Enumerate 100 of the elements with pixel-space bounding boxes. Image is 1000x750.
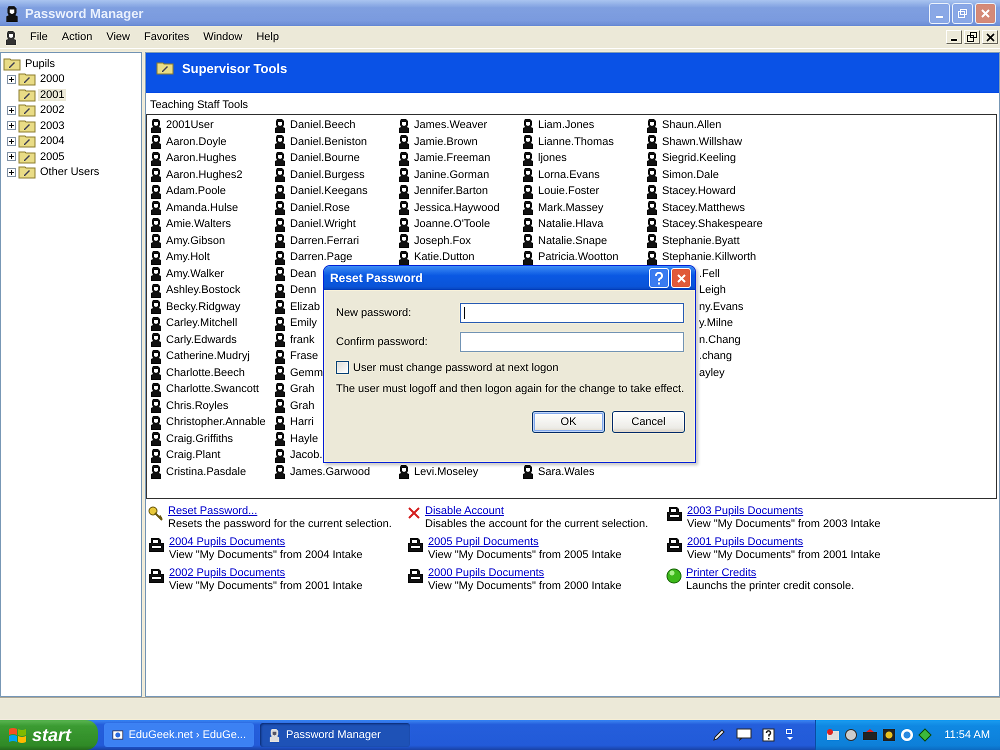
user-name[interactable]: n.Chang bbox=[699, 334, 741, 346]
expand-icon[interactable] bbox=[7, 121, 16, 130]
user-name[interactable]: Janine.Gorman bbox=[414, 168, 490, 181]
user-name[interactable]: Hayle bbox=[290, 432, 318, 445]
tree-item[interactable]: 2001 bbox=[38, 88, 66, 101]
user-name[interactable]: Shaun.Allen bbox=[662, 119, 722, 132]
taskbar-button[interactable]: EduGeek.net › EduGe... bbox=[104, 723, 254, 747]
user-name[interactable]: Natalie.Hlava bbox=[538, 218, 604, 230]
menu-item[interactable]: Window bbox=[196, 29, 250, 45]
chat-icon[interactable] bbox=[736, 728, 752, 742]
restore-button[interactable] bbox=[964, 30, 980, 44]
menu-item[interactable]: File bbox=[23, 29, 55, 45]
user-name[interactable]: Ashley.Bostock bbox=[166, 284, 240, 296]
user-name[interactable]: 2001User bbox=[166, 119, 214, 132]
user-name[interactable]: Amie.Walters bbox=[166, 218, 231, 230]
user-name[interactable]: Becky.Ridgway bbox=[166, 300, 240, 313]
user-name[interactable]: Stacey.Matthews bbox=[662, 202, 745, 214]
user-name[interactable]: Shawn.Willshaw bbox=[662, 136, 742, 148]
user-name[interactable]: Jessica.Haywood bbox=[414, 202, 500, 214]
user-name[interactable]: ayley bbox=[699, 366, 725, 379]
menu-item[interactable]: Action bbox=[54, 29, 100, 45]
task-link[interactable]: 2003 Pupils Documents bbox=[687, 505, 880, 518]
user-name[interactable]: Sara.Wales bbox=[538, 466, 594, 478]
user-name[interactable]: Daniel.Beniston bbox=[290, 136, 368, 148]
cancel-button[interactable]: Cancel bbox=[612, 411, 685, 433]
tree-item[interactable]: Pupils bbox=[23, 58, 57, 70]
tray-icon[interactable] bbox=[844, 728, 858, 742]
user-name[interactable]: Daniel.Burgess bbox=[290, 168, 365, 181]
user-name[interactable]: Cristina.Pasdale bbox=[166, 466, 246, 478]
tree-item[interactable]: Other Users bbox=[38, 166, 102, 178]
user-name[interactable]: Liam.Jones bbox=[538, 119, 594, 132]
menu-item[interactable]: View bbox=[99, 29, 137, 45]
user-name[interactable]: Catherine.Mudryj bbox=[166, 350, 250, 362]
user-name[interactable]: Daniel.Wright bbox=[290, 218, 356, 230]
user-name[interactable]: Elizab bbox=[290, 300, 320, 313]
user-name[interactable]: Amy.Gibson bbox=[166, 234, 226, 247]
checkbox[interactable] bbox=[336, 361, 349, 374]
task-link[interactable]: 2002 Pupils Documents bbox=[169, 567, 362, 580]
menu-item[interactable]: Favorites bbox=[136, 29, 196, 45]
user-name[interactable]: Christopher.Annable bbox=[166, 416, 266, 428]
user-name[interactable]: Craig.Griffiths bbox=[166, 432, 234, 445]
user-name[interactable]: Stacey.Shakespeare bbox=[662, 218, 763, 230]
user-name[interactable]: Levi.Moseley bbox=[414, 466, 478, 478]
user-name[interactable]: Joanne.O'Toole bbox=[414, 218, 490, 230]
user-name[interactable]: Daniel.Bourne bbox=[290, 152, 360, 164]
user-name[interactable]: Joseph.Fox bbox=[414, 234, 471, 247]
user-name[interactable]: Amanda.Hulse bbox=[166, 202, 238, 214]
user-name[interactable]: Lorna.Evans bbox=[538, 168, 600, 181]
user-name[interactable]: James.Weaver bbox=[414, 119, 488, 132]
user-name[interactable]: Mark.Massey bbox=[538, 202, 604, 214]
user-name[interactable]: Grah bbox=[290, 400, 314, 412]
user-name[interactable]: Denn bbox=[290, 284, 316, 296]
tray-icon[interactable] bbox=[918, 728, 932, 742]
user-name[interactable]: Gemm bbox=[290, 366, 323, 379]
tray-icon[interactable] bbox=[900, 728, 914, 742]
user-name[interactable]: Craig.Plant bbox=[166, 449, 220, 462]
menu-item[interactable]: Help bbox=[249, 29, 286, 45]
user-name[interactable]: Amy.Walker bbox=[166, 268, 224, 280]
taskbar-button[interactable]: Password Manager bbox=[260, 723, 410, 747]
user-name[interactable]: Leigh bbox=[699, 284, 726, 296]
task-link[interactable]: 2001 Pupils Documents bbox=[687, 536, 880, 549]
user-name[interactable]: Louie.Foster bbox=[538, 185, 600, 198]
expand-icon[interactable] bbox=[7, 136, 16, 146]
user-name[interactable]: Amy.Holt bbox=[166, 251, 210, 264]
user-name[interactable]: Daniel.Keegans bbox=[290, 185, 368, 198]
tray-icon[interactable] bbox=[882, 728, 896, 742]
tree-item[interactable]: 2004 bbox=[38, 135, 66, 148]
user-name[interactable]: Daniel.Rose bbox=[290, 202, 350, 214]
task-link[interactable]: Disable Account bbox=[425, 505, 648, 518]
expand-icon[interactable] bbox=[7, 168, 16, 177]
pen-icon[interactable] bbox=[712, 728, 726, 742]
user-name[interactable]: Stephanie.Killworth bbox=[662, 251, 756, 264]
user-name[interactable]: Adam.Poole bbox=[166, 185, 226, 198]
user-name[interactable]: frank bbox=[290, 334, 314, 346]
restore-icon[interactable] bbox=[785, 728, 796, 742]
user-name[interactable]: ljones bbox=[538, 152, 567, 164]
user-name[interactable]: .Fell bbox=[699, 268, 720, 280]
user-name[interactable]: Daniel.Beech bbox=[290, 119, 356, 132]
tree-item[interactable]: 2005 bbox=[38, 150, 66, 163]
user-name[interactable]: Simon.Dale bbox=[662, 168, 719, 181]
task-link[interactable]: Printer Credits bbox=[686, 567, 854, 580]
help-icon[interactable] bbox=[762, 728, 776, 742]
ok-button[interactable]: OK bbox=[532, 411, 605, 433]
task-link[interactable]: 2004 Pupils Documents bbox=[169, 536, 362, 549]
user-name[interactable]: Natalie.Snape bbox=[538, 234, 608, 247]
task-link[interactable]: Reset Password... bbox=[168, 505, 392, 518]
user-name[interactable]: ny.Evans bbox=[699, 300, 744, 313]
user-name[interactable]: Aaron.Hughes2 bbox=[166, 168, 242, 181]
user-name[interactable]: Stacey.Howard bbox=[662, 185, 736, 198]
expand-icon[interactable] bbox=[7, 152, 16, 162]
user-name[interactable]: Darren.Page bbox=[290, 251, 352, 264]
tree-item[interactable]: 2000 bbox=[38, 73, 66, 86]
help-button[interactable] bbox=[649, 268, 669, 288]
user-name[interactable]: Stephanie.Byatt bbox=[662, 234, 740, 247]
user-name[interactable]: Aaron.Doyle bbox=[166, 136, 227, 148]
user-name[interactable]: Jacob. bbox=[290, 449, 322, 462]
user-name[interactable]: Jennifer.Barton bbox=[414, 185, 488, 198]
user-name[interactable]: Katie.Dutton bbox=[414, 251, 475, 264]
start-button[interactable]: start bbox=[0, 720, 98, 750]
user-name[interactable]: y.Milne bbox=[699, 317, 734, 330]
